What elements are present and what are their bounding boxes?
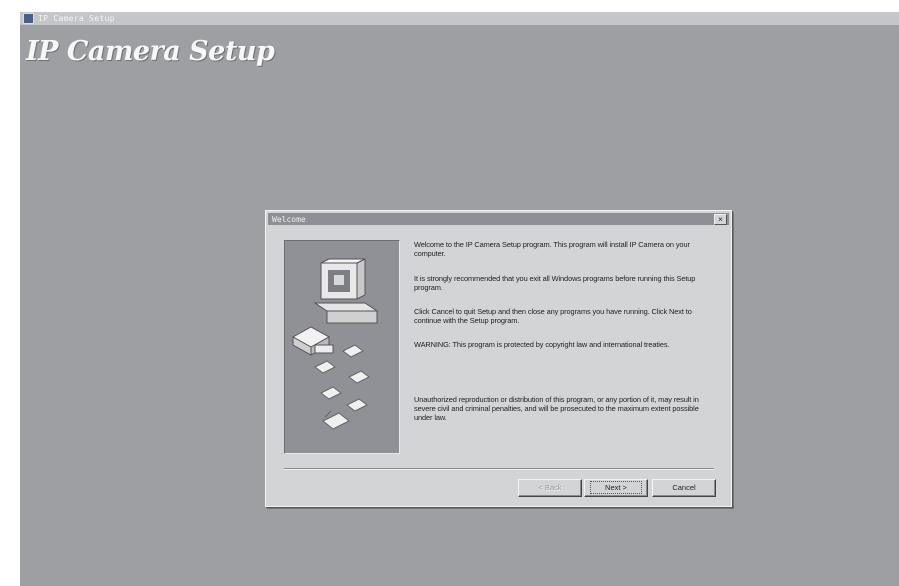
welcome-dialog: Welcome × Welcome to the IP Camera Setup… (265, 210, 732, 507)
window-titlebar: IP Camera Setup (20, 12, 899, 25)
welcome-paragraph: Welcome to the IP Camera Setup program. … (414, 240, 690, 258)
cancel-button[interactable]: Cancel (652, 479, 716, 497)
dialog-titlebar: Welcome × (268, 213, 729, 225)
next-button[interactable]: Next > (584, 479, 648, 497)
setup-screen: IP Camera Setup IP Camera Setup Welcome … (20, 12, 899, 586)
computer-install-icon (291, 258, 379, 430)
setup-hero-title: IP Camera Setup (26, 36, 275, 67)
dialog-title: Welcome (272, 214, 306, 224)
warning-paragraph: WARNING: This program is protected by co… (414, 340, 670, 349)
window-title: IP Camera Setup (38, 14, 115, 23)
close-button[interactable]: × (714, 214, 727, 225)
recommendation-paragraph: It is strongly recommended that you exit… (414, 274, 696, 292)
next-button-label: Next > (590, 481, 642, 494)
legal-paragraph: Unauthorized reproduction or distributio… (414, 395, 699, 422)
setup-illustration (284, 240, 400, 454)
app-icon (23, 13, 34, 24)
button-divider (284, 468, 714, 470)
instructions-paragraph: Click Cancel to quit Setup and then clos… (414, 307, 692, 325)
back-button[interactable]: < Back (518, 479, 582, 497)
